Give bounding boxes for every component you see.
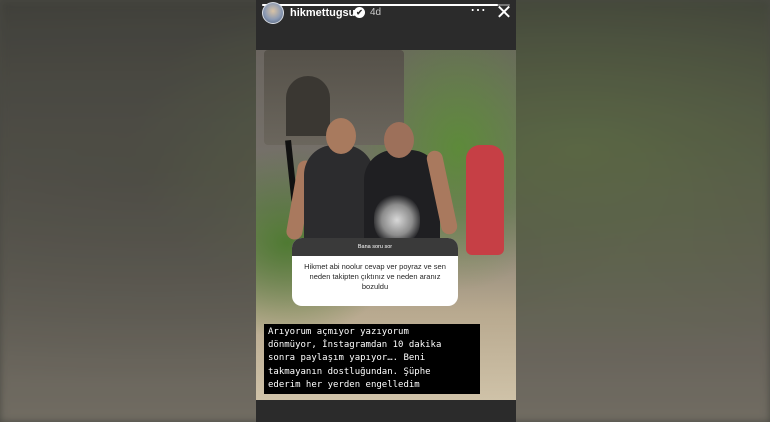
question-sticker[interactable]: Bana soru sor Hikmet abi noolur cevap ve… (292, 238, 458, 306)
background-person (466, 145, 504, 255)
username-link[interactable]: hikmettugsuz (290, 6, 361, 20)
more-options-icon[interactable]: ⋯ (468, 3, 488, 22)
person-right-head (384, 122, 414, 158)
story-timestamp: 4d (370, 7, 382, 18)
avatar[interactable] (262, 2, 284, 24)
question-sticker-header: Bana soru sor (292, 238, 458, 256)
story-caption: Arıyorum açmıyor yazıyorum dönmüyor, İns… (264, 324, 480, 395)
person-left-head (326, 118, 356, 154)
question-sticker-text: Hikmet abi noolur cevap ver poyraz ve se… (304, 262, 446, 291)
stone-arch (286, 76, 330, 136)
close-icon[interactable]: ✕ (494, 2, 514, 24)
verified-badge-icon: ✔ (354, 7, 365, 18)
story-viewer[interactable]: Bana soru sor Hikmet abi noolur cevap ve… (256, 0, 516, 422)
